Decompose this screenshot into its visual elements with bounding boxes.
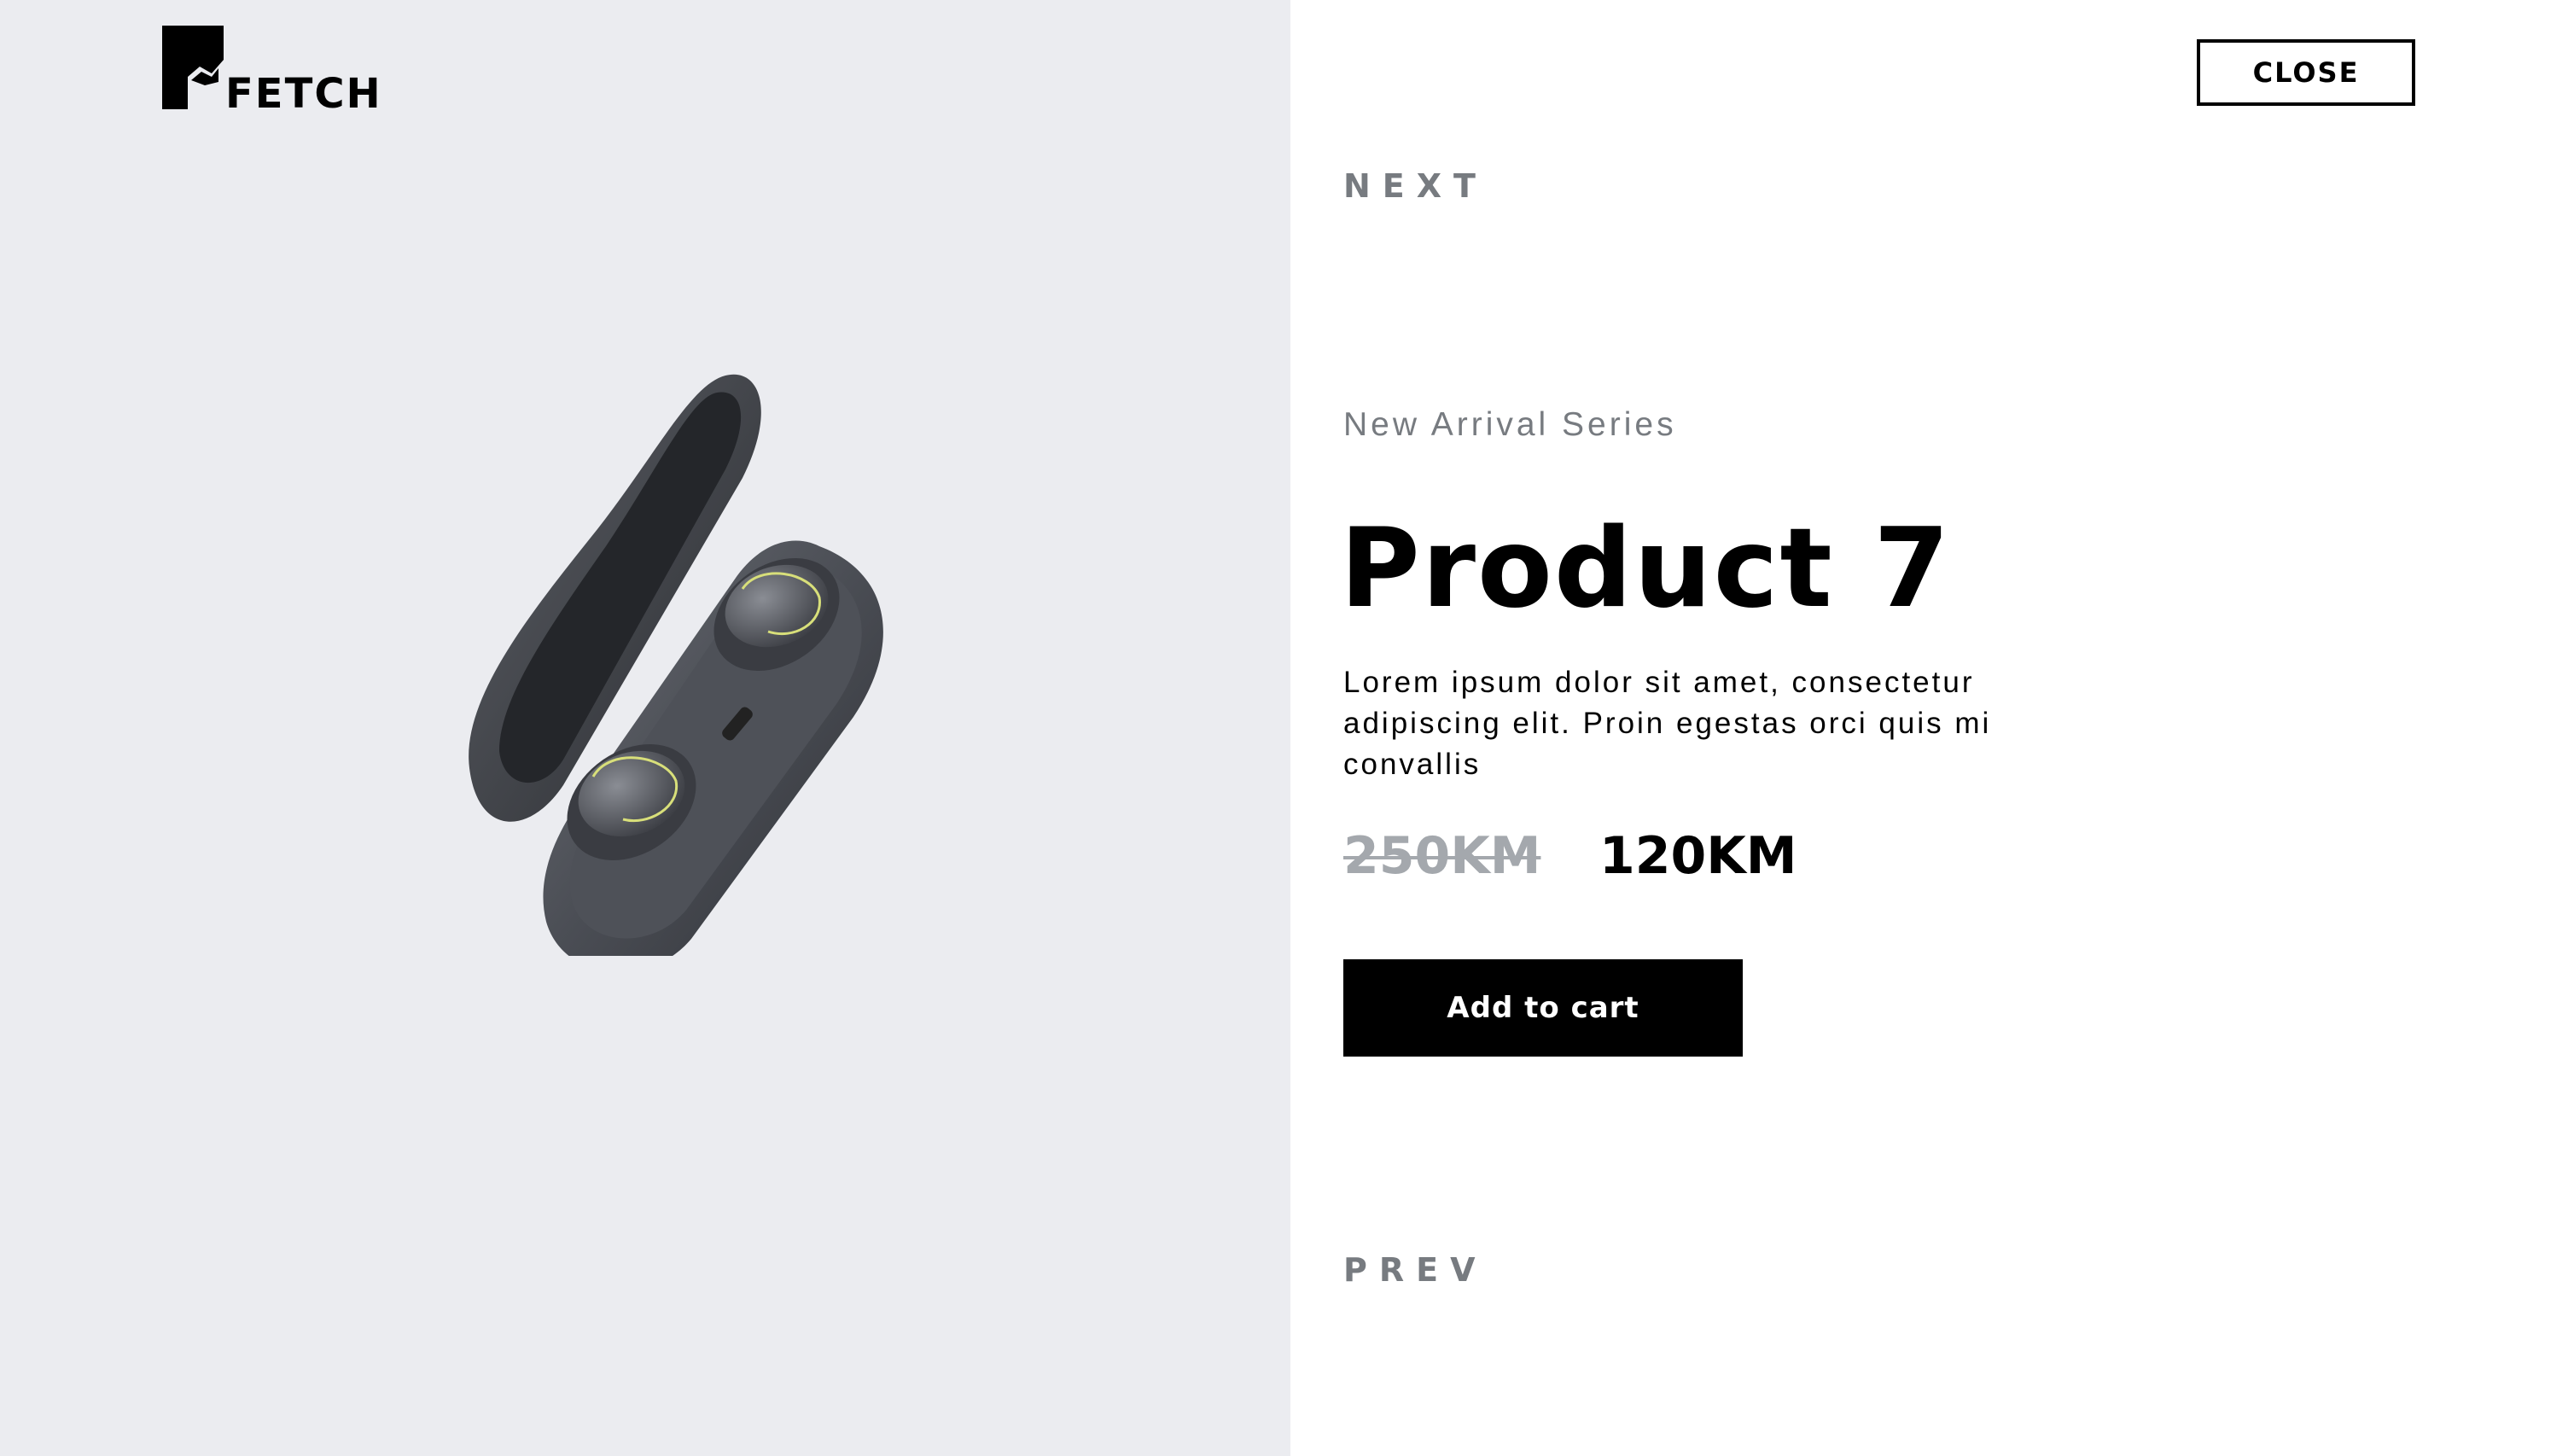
add-to-cart-button[interactable]: Add to cart (1343, 959, 1743, 1057)
original-price: 250KM (1343, 826, 1541, 886)
earbuds-case-image (376, 358, 922, 956)
logo-text: FETCH (225, 70, 382, 114)
sale-price: 120KM (1599, 826, 1797, 886)
fetch-logo[interactable]: FETCH (162, 26, 386, 114)
prev-product-link[interactable]: PREV (1343, 1251, 1487, 1289)
product-title: Product 7 (1340, 505, 1952, 632)
close-button[interactable]: CLOSE (2197, 39, 2415, 106)
next-product-link[interactable]: NEXT (1343, 167, 1488, 205)
product-description: Lorem ipsum dolor sit amet, consectetur … (1343, 666, 1992, 781)
product-detail-page: FETCH CLOSE NEXT New Arrival Series Prod… (0, 0, 2574, 1456)
product-image-panel: FETCH (0, 0, 1290, 1456)
product-series-label: New Arrival Series (1343, 406, 1677, 443)
